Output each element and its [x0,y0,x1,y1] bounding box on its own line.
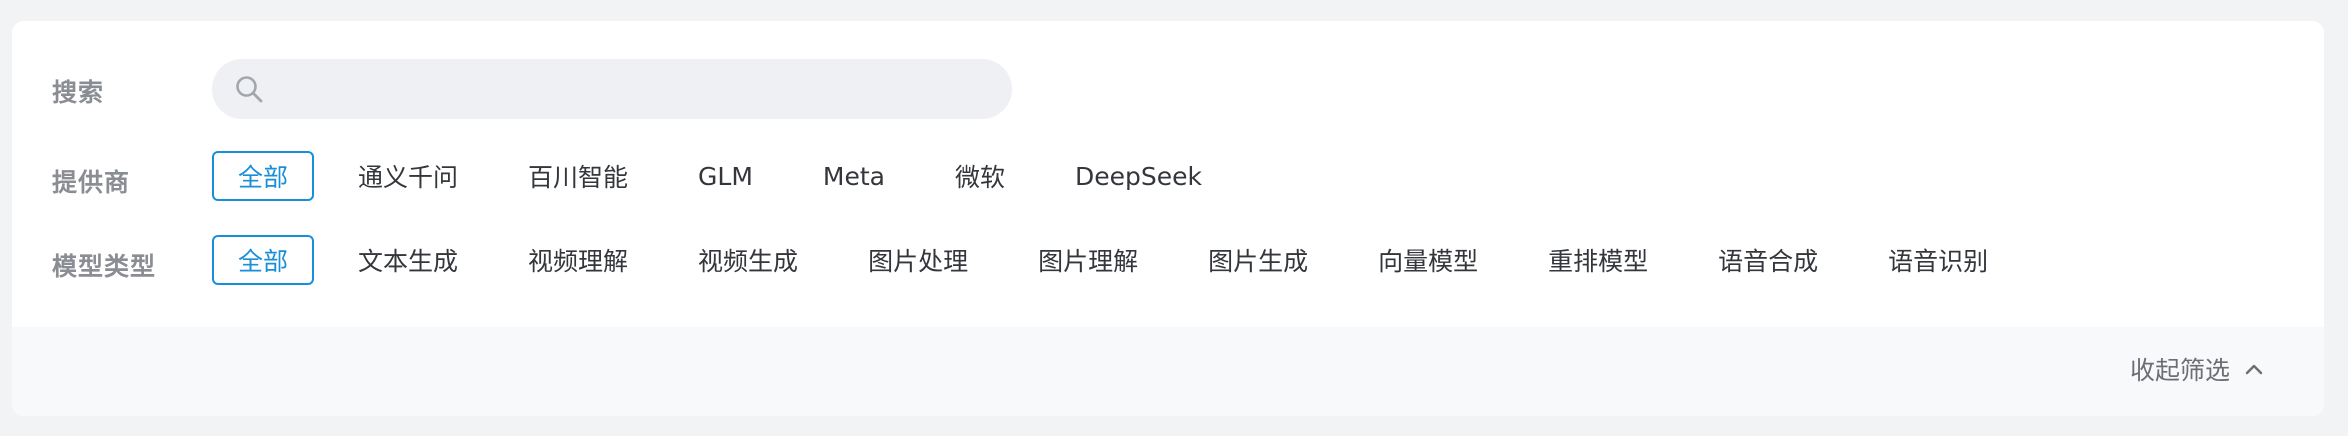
filter-panel: 搜索 提供商 全部 通义千问 百川智能 GLM Meta 微软 DeepSeek 模型类型 … [12,21,2324,416]
provider-option[interactable]: GLM [672,151,779,201]
search-label: 搜索 [52,78,105,107]
model-type-option[interactable]: 向量模型 [1352,235,1504,285]
model-type-option[interactable]: 视频理解 [502,235,654,285]
model-type-option[interactable]: 图片生成 [1182,235,1334,285]
model-type-option[interactable]: 语音识别 [1862,235,2014,285]
search-input[interactable] [276,59,988,121]
model-type-option[interactable]: 语音合成 [1692,235,1844,285]
model-type-option[interactable]: 全部 [212,235,315,285]
search-icon [236,76,263,103]
provider-option[interactable]: 微软 [929,151,1031,201]
model-type-option[interactable]: 文本生成 [332,235,484,285]
search-box[interactable] [212,59,1012,121]
model-type-option[interactable]: 图片理解 [1012,235,1164,285]
provider-option[interactable]: DeepSeek [1049,151,1228,201]
filter-footer: 收起筛选 [12,327,2324,416]
collapse-filter-label: 收起筛选 [2129,356,2230,385]
model-type-option[interactable]: 重排模型 [1522,235,1674,285]
provider-option[interactable]: 百川智能 [502,151,654,201]
provider-label: 提供商 [52,168,131,197]
model-type-option[interactable]: 图片处理 [842,235,994,285]
chevron-up-icon [2245,364,2263,375]
provider-option[interactable]: 全部 [212,151,315,201]
model-type-label: 模型类型 [52,252,157,281]
model-type-options: 全部 文本生成 视频理解 视频生成 图片处理 图片理解 图片生成 向量模型 重排模型 语音合成 语音… [212,235,2032,285]
provider-options: 全部 通义千问 百川智能 GLM Meta 微软 DeepSeek [212,151,1246,201]
provider-option[interactable]: 通义千问 [332,151,484,201]
collapse-filter-button[interactable]: 收起筛选 [2130,351,2264,387]
provider-option[interactable]: Meta [797,151,911,201]
model-type-option[interactable]: 视频生成 [672,235,824,285]
